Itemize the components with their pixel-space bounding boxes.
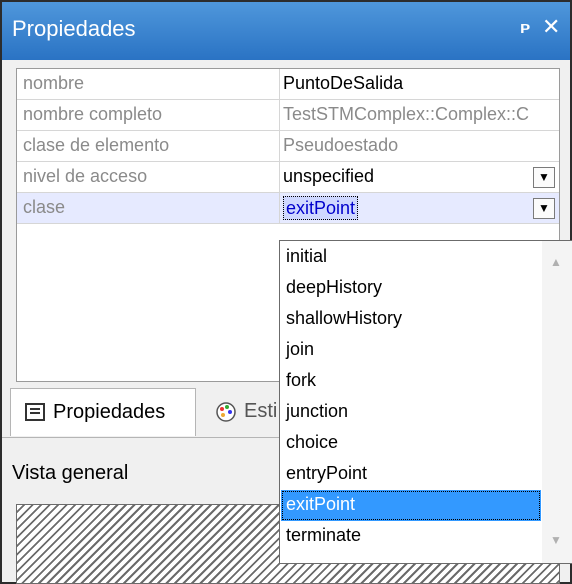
tab-propiedades[interactable]: Propiedades (10, 388, 196, 436)
list-item[interactable]: shallowHistory (281, 304, 541, 335)
dropdown-scrollbar[interactable]: ▲ ▼ (542, 241, 572, 563)
title-bar: Propiedades ᴘ ✕ (2, 2, 570, 60)
list-item[interactable]: join (281, 335, 541, 366)
list-item[interactable]: choice (281, 428, 541, 459)
list-item[interactable]: junction (281, 397, 541, 428)
property-value-nivel-de-acceso[interactable]: unspecified (283, 166, 555, 187)
property-name: clase (23, 197, 66, 217)
list-item[interactable]: initial (281, 242, 541, 273)
window-title: Propiedades (12, 16, 136, 41)
list-item-selected[interactable]: exitPoint (281, 490, 541, 521)
scroll-down-icon[interactable]: ▼ (550, 533, 562, 547)
property-row-clase-de-elemento[interactable]: clase de elemento Pseudoestado (17, 131, 559, 162)
properties-window: Propiedades ᴘ ✕ nombre PuntoDeSalida nom… (0, 0, 572, 584)
property-name: nombre completo (23, 104, 163, 124)
chevron-down-icon[interactable]: ▼ (533, 167, 555, 188)
property-row-nivel-de-acceso[interactable]: nivel de acceso unspecified ▼ (17, 162, 559, 193)
overview-label: Vista general (12, 462, 129, 484)
close-icon[interactable]: ✕ (542, 14, 560, 40)
list-item[interactable]: fork (281, 366, 541, 397)
list-item[interactable]: deepHistory (281, 273, 541, 304)
property-name: clase de elemento (23, 135, 170, 155)
property-value-clase[interactable]: exitPoint (283, 196, 359, 220)
property-row-nombre[interactable]: nombre PuntoDeSalida (17, 69, 559, 100)
property-row-nombre-completo[interactable]: nombre completo TestSTMComplex::Complex:… (17, 100, 559, 131)
scroll-up-icon[interactable]: ▲ (550, 255, 562, 269)
property-value-nombre[interactable]: PuntoDeSalida (283, 73, 555, 94)
tab-label: Esti (244, 400, 278, 422)
property-value-clase-de-elemento: Pseudoestado (283, 135, 399, 155)
list-icon (25, 403, 45, 421)
list-item[interactable]: entryPoint (281, 459, 541, 490)
property-row-clase[interactable]: clase exitPoint ▼ (17, 193, 559, 224)
palette-icon (216, 402, 236, 422)
property-value-nombre-completo: TestSTMComplex::Complex::C (283, 104, 530, 124)
property-name: nombre (23, 73, 85, 93)
tab-label: Propiedades (53, 401, 166, 423)
chevron-down-icon[interactable]: ▼ (533, 198, 555, 219)
pin-icon[interactable]: ᴘ (520, 18, 530, 38)
list-item[interactable]: terminate (281, 521, 541, 552)
property-name: nivel de acceso (23, 166, 148, 186)
clase-dropdown-list[interactable]: initial deepHistory shallowHistory join … (279, 240, 572, 564)
